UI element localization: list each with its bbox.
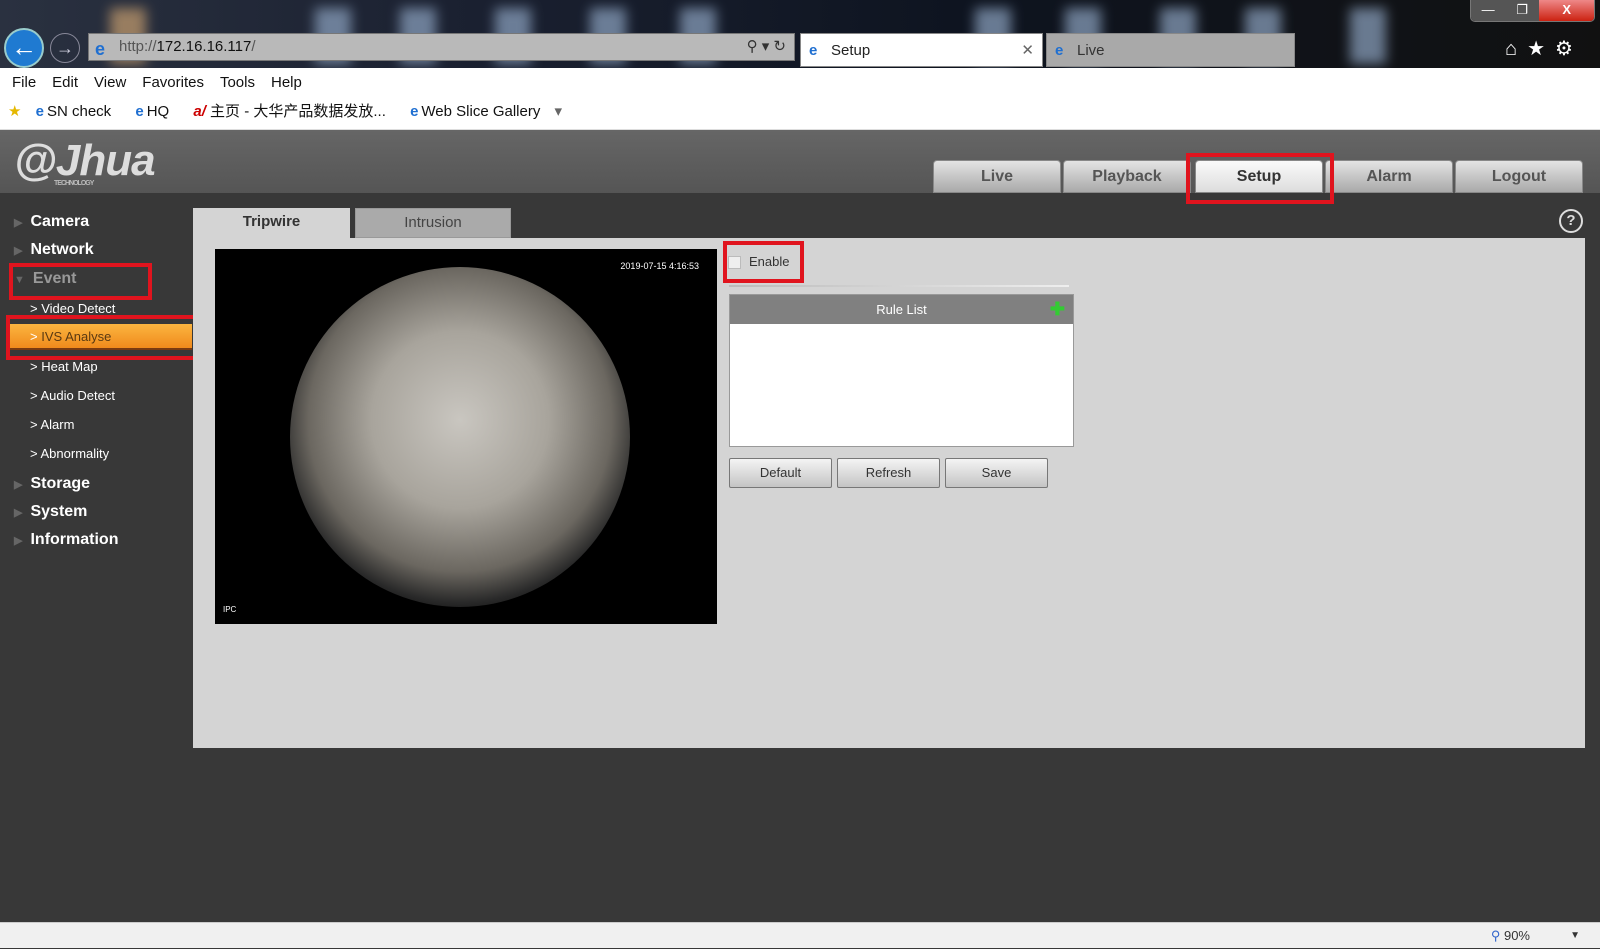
status-bar: ⚲ 90% ▼ (0, 922, 1600, 948)
video-timestamp: 2019-07-15 4:16:53 (620, 261, 699, 271)
sidebar-sub-audio-detect[interactable]: > Audio Detect (30, 388, 190, 403)
url-prefix: http:// (119, 38, 157, 55)
fav-web-slice-gallery[interactable]: e Web Slice Gallery ▾ (410, 103, 562, 120)
rule-list-header: Rule List ✚ (730, 295, 1073, 324)
refresh-button[interactable]: Refresh (837, 458, 940, 488)
minimize-button[interactable]: — (1471, 0, 1506, 21)
fav-dahua-home[interactable]: a/ 主页 - 大华产品数据发放... (193, 103, 396, 120)
sidebar-sub-abnormality[interactable]: > Abnormality (30, 446, 190, 461)
help-icon[interactable]: ? (1559, 209, 1583, 233)
sidebar-sub-alarm[interactable]: > Alarm (30, 417, 190, 432)
fav-hq[interactable]: e HQ (135, 103, 179, 120)
sidebar-item-network[interactable]: ▶ Network (14, 241, 94, 259)
dahua-logo: @Jhua TECHNOLOGY (14, 136, 156, 187)
sidebar: ▶ Camera ▶ Network ▼ Event > Video Detect >… (0, 193, 193, 922)
menu-bar: File Edit View Favorites Tools Help (0, 68, 1600, 97)
browser-tab-setup[interactable]: e Setup ✕ (800, 33, 1043, 67)
menu-help[interactable]: Help (271, 74, 302, 91)
restore-button[interactable]: ❐ (1505, 0, 1540, 21)
divider (729, 285, 1069, 287)
fav-sn-check[interactable]: e SN check (36, 103, 122, 120)
url-host: 172.16.16.117 (156, 38, 252, 55)
zoom-level[interactable]: ⚲ 90% (1491, 923, 1530, 949)
menu-edit[interactable]: Edit (52, 74, 78, 91)
ie-icon: e (1055, 42, 1064, 59)
menu-view[interactable]: View (94, 74, 126, 91)
favorites-star-icon[interactable]: ★ (8, 103, 21, 120)
app-header: @Jhua TECHNOLOGY Live Playback Setup Alar… (0, 130, 1600, 193)
nav-live[interactable]: Live (933, 160, 1061, 193)
star-icon[interactable]: ★ (1527, 38, 1555, 60)
fisheye-image (290, 267, 630, 607)
highlight-enable (723, 241, 804, 283)
url-suffix: / (251, 38, 256, 55)
search-icon[interactable]: ⚲ ▾ (747, 38, 770, 55)
menu-tools[interactable]: Tools (220, 74, 255, 91)
refresh-icon[interactable]: ↻ (773, 38, 786, 55)
zoom-dropdown-icon[interactable]: ▼ (1570, 923, 1580, 949)
menu-file[interactable]: File (12, 74, 36, 91)
nav-alarm[interactable]: Alarm (1325, 160, 1453, 193)
ie-icon: e (809, 42, 818, 59)
back-button[interactable]: ← (4, 28, 44, 68)
address-bar[interactable]: e http://172.16.16.117/ ⚲ ▾ ↻ (88, 33, 795, 61)
default-button[interactable]: Default (729, 458, 832, 488)
sidebar-sub-video-detect[interactable]: > Video Detect (30, 301, 190, 316)
sidebar-item-camera[interactable]: ▶ Camera (14, 213, 89, 231)
rule-list-title: Rule List (876, 302, 927, 317)
tab-intrusion[interactable]: Intrusion (355, 208, 511, 238)
browser-tab-live[interactable]: e Live (1046, 33, 1295, 67)
home-icon[interactable]: ⌂ (1505, 38, 1527, 60)
close-tab-icon[interactable]: ✕ (1021, 34, 1034, 68)
tab-label: Live (1077, 42, 1105, 59)
save-button[interactable]: Save (945, 458, 1048, 488)
sidebar-item-storage[interactable]: ▶ Storage (14, 475, 90, 493)
rule-list: Rule List ✚ (729, 294, 1074, 447)
highlight-setup (1186, 153, 1334, 204)
window-controls: — ❐ X (1470, 0, 1595, 22)
forward-button[interactable]: → (50, 33, 80, 63)
sidebar-item-system[interactable]: ▶ System (14, 503, 87, 521)
close-window-button[interactable]: X (1539, 0, 1594, 21)
tab-label: Setup (831, 42, 871, 59)
sidebar-item-information[interactable]: ▶ Information (14, 531, 118, 549)
video-channel-label: IPC (223, 605, 237, 614)
add-rule-icon[interactable]: ✚ (1050, 295, 1065, 324)
sidebar-sub-heat-map[interactable]: > Heat Map (30, 359, 190, 374)
menu-favorites[interactable]: Favorites (142, 74, 204, 91)
gear-icon[interactable]: ⚙ (1555, 38, 1583, 60)
ie-icon: e (95, 39, 106, 59)
highlight-ivs-analyse (6, 315, 197, 360)
zoom-icon: ⚲ (1490, 928, 1501, 943)
browser-toolbar-icons: ⌂★⚙ (1505, 36, 1583, 61)
nav-logout[interactable]: Logout (1455, 160, 1583, 193)
nav-playback[interactable]: Playback (1063, 160, 1191, 193)
highlight-event (9, 263, 152, 300)
video-preview[interactable]: 2019-07-15 4:16:53 IPC (215, 249, 717, 624)
tab-tripwire[interactable]: Tripwire (193, 208, 350, 238)
favorites-bar: ★ e SN check e HQ a/ 主页 - 大华产品数据发放... e Web… (0, 97, 1600, 130)
